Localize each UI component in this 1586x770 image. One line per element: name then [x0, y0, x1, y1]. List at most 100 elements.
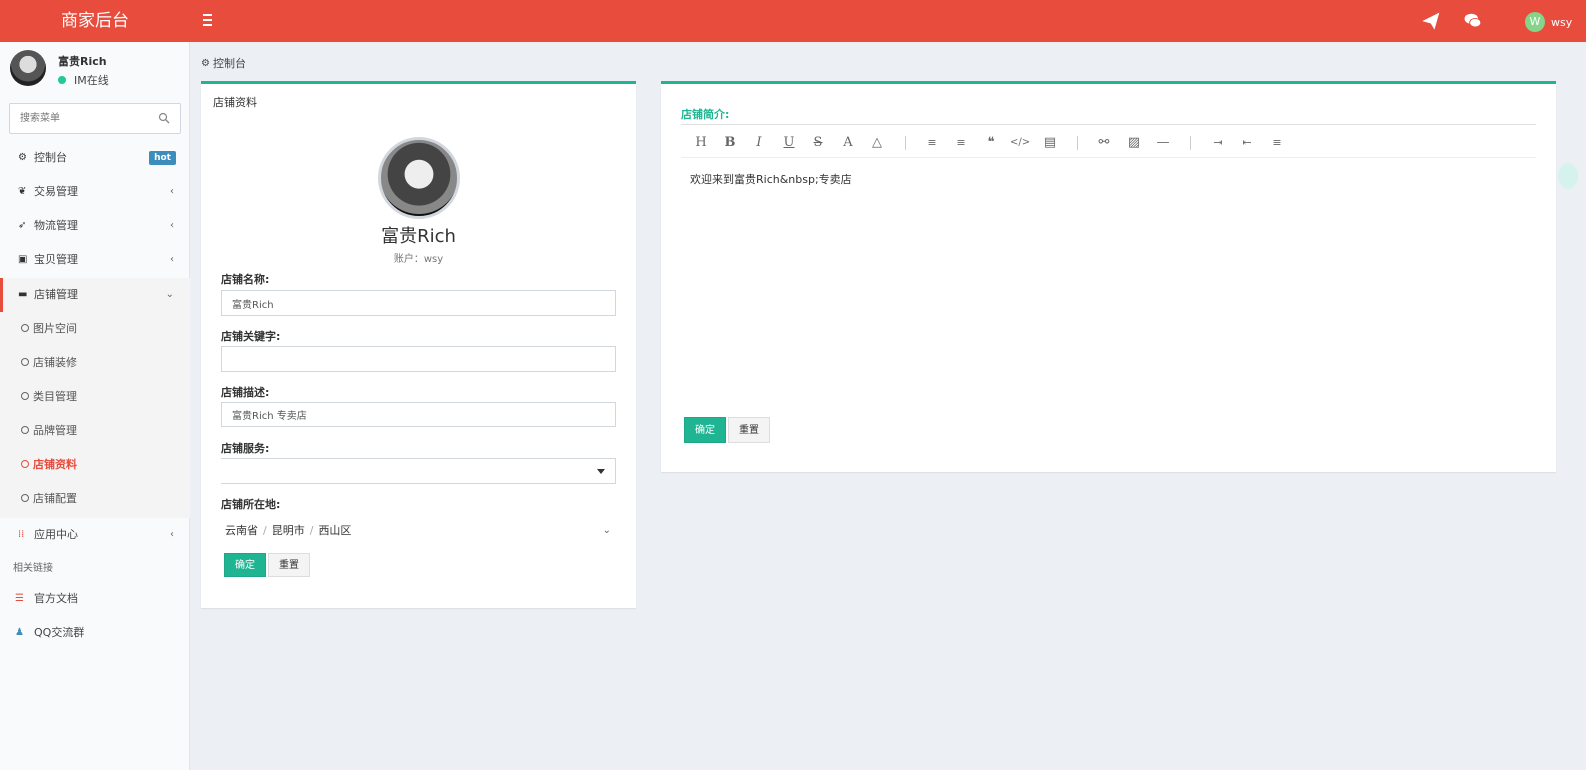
- sidebar-item-trade[interactable]: ❦ 交易管理 ‹: [0, 175, 190, 209]
- hot-badge: hot: [149, 151, 176, 165]
- ordered-list-icon[interactable]: ≡: [922, 134, 942, 152]
- store-submenu: 图片空间 店铺装修 类目管理 品牌管理 店铺资料 店铺配置: [0, 312, 190, 518]
- circle-icon: [21, 358, 29, 366]
- chevron-down-icon: ⌄: [165, 289, 174, 300]
- header-user-name: wsy: [1551, 15, 1573, 29]
- sidebar-toggle-icon[interactable]: [203, 11, 217, 31]
- underline-icon[interactable]: U: [779, 134, 799, 152]
- avatar: [10, 50, 46, 86]
- divider: [1077, 136, 1078, 150]
- sub-item-store-config[interactable]: 店铺配置: [0, 482, 190, 516]
- editor-toolbar: H B I U S A △ ≡ ≡ ❝ </> ▤ ⚯ ▨ — ⇥ ⇤ ≡: [681, 128, 1536, 158]
- description-label: 店铺描述:: [221, 386, 270, 399]
- leaf-icon: ❦: [18, 186, 27, 197]
- breadcrumb-item[interactable]: 控制台: [213, 55, 246, 71]
- caret-down-icon: [597, 469, 605, 474]
- breadcrumb: ⚙ 控制台: [201, 55, 246, 71]
- city-value: 昆明市: [271, 524, 305, 537]
- keywords-input[interactable]: [221, 346, 616, 372]
- paper-plane-icon[interactable]: [1422, 12, 1440, 30]
- horizontal-rule-icon[interactable]: —: [1153, 134, 1173, 152]
- confirm-button[interactable]: 确定: [224, 553, 266, 577]
- heading-icon[interactable]: H: [691, 134, 711, 152]
- sidebar-link-qq[interactable]: ♟ QQ交流群: [0, 616, 190, 650]
- search-input[interactable]: [10, 104, 150, 133]
- sidebar-item-logistics[interactable]: ➶ 物流管理 ‹: [0, 209, 190, 243]
- editor-reset-button[interactable]: 重置: [728, 417, 770, 443]
- section-header: 相关链接: [13, 563, 53, 574]
- reset-button[interactable]: 重置: [268, 553, 310, 577]
- store-name-input[interactable]: [221, 290, 616, 316]
- editor-content[interactable]: 欢迎来到富贵Rich&nbsp;专卖店: [690, 171, 852, 187]
- italic-icon[interactable]: I: [749, 134, 769, 152]
- province-value: 云南省: [225, 524, 258, 537]
- dashboard-icon: ⚙: [201, 57, 210, 69]
- circle-icon: [21, 460, 29, 468]
- editor-title: 店铺简介:: [681, 108, 730, 121]
- store-icon: ▬: [18, 289, 28, 300]
- sub-item-category[interactable]: 类目管理: [0, 380, 190, 414]
- editor-confirm-button[interactable]: 确定: [684, 417, 726, 443]
- circle-icon: [21, 426, 29, 434]
- sidebar-link-docs[interactable]: ☰ 官方文档: [0, 582, 190, 616]
- top-header: 商家后台 W wsy: [0, 0, 1586, 42]
- sidebar-item-dashboard[interactable]: ⚙ 控制台 hot: [0, 141, 190, 175]
- divider: [681, 124, 1536, 125]
- quote-icon[interactable]: ❝: [981, 134, 1001, 152]
- link-icon[interactable]: ⚯: [1094, 134, 1114, 152]
- store-intro-box: 店铺简介: H B I U S A △ ≡ ≡ ❝ </> ▤ ⚯ ▨ — ⇥ …: [661, 81, 1556, 472]
- logo[interactable]: 商家后台: [0, 0, 190, 42]
- font-color-icon[interactable]: A: [838, 134, 858, 152]
- chevron-down-icon: ⌄: [602, 525, 611, 536]
- user-status: IM在线: [58, 72, 109, 88]
- align-icon[interactable]: ≡: [1267, 134, 1287, 152]
- description-textarea[interactable]: [221, 402, 616, 427]
- divider: [1190, 136, 1191, 150]
- chevron-left-icon: ‹: [170, 529, 174, 540]
- list-icon: ☰: [15, 593, 24, 604]
- sidebar-item-app-center[interactable]: ⁞⁞ 应用中心 ‹: [0, 518, 190, 552]
- sidebar-item-store[interactable]: ▬ 店铺管理 ⌄: [0, 278, 190, 312]
- sub-item-brand[interactable]: 品牌管理: [0, 414, 190, 448]
- sub-item-decoration[interactable]: 店铺装修: [0, 346, 190, 380]
- grid-icon: ⁞⁞: [18, 529, 25, 540]
- location-label: 店铺所在地:: [221, 498, 281, 511]
- image-icon[interactable]: ▨: [1124, 134, 1144, 152]
- shopping-bag-icon: ▣: [18, 254, 28, 265]
- chevron-left-icon: ‹: [170, 220, 174, 231]
- search-icon[interactable]: [158, 112, 170, 124]
- dashboard-icon: ⚙: [18, 152, 27, 163]
- background-color-icon[interactable]: △: [867, 134, 887, 152]
- unordered-list-icon[interactable]: ≡: [951, 134, 971, 152]
- chevron-left-icon: ‹: [170, 186, 174, 197]
- code-icon[interactable]: </>: [1010, 134, 1030, 152]
- sub-item-store-profile[interactable]: 店铺资料: [0, 448, 190, 482]
- sidebar-search: [9, 103, 181, 134]
- circle-icon: [21, 494, 29, 502]
- sidebar-item-products[interactable]: ▣ 宝贝管理 ‹: [0, 243, 190, 277]
- outdent-icon[interactable]: ⇤: [1237, 134, 1257, 152]
- store-name-label: 店铺名称:: [221, 273, 270, 286]
- user-menu[interactable]: W wsy: [1525, 12, 1572, 32]
- store-profile-box: 店铺资料 富贵Rich 账户：wsy 店铺名称: 店铺关键字: 店铺描述: 店铺…: [201, 81, 636, 608]
- rocket-icon: ➶: [18, 220, 27, 231]
- bold-icon[interactable]: B: [720, 134, 740, 152]
- online-dot-icon: [58, 76, 66, 84]
- location-cascader[interactable]: 云南省 / 昆明市 / 西山区 ⌄: [225, 520, 615, 542]
- keywords-label: 店铺关键字:: [221, 330, 281, 343]
- profile-account: 账户：wsy: [393, 254, 444, 265]
- sub-item-image-space[interactable]: 图片空间: [0, 312, 190, 346]
- strikethrough-icon[interactable]: S: [808, 134, 828, 152]
- box-title: 店铺资料: [213, 96, 257, 109]
- user-panel: 富贵Rich IM在线: [8, 50, 183, 90]
- comments-icon[interactable]: [1464, 12, 1482, 30]
- district-value: 西山区: [318, 524, 352, 537]
- divider: [905, 136, 906, 150]
- floating-edge-handle[interactable]: [1558, 163, 1578, 189]
- table-icon[interactable]: ▤: [1040, 134, 1060, 152]
- service-label: 店铺服务:: [221, 442, 270, 455]
- indent-icon[interactable]: ⇥: [1208, 134, 1228, 152]
- service-select[interactable]: [221, 458, 616, 484]
- store-avatar[interactable]: [378, 137, 460, 219]
- circle-icon: [21, 392, 29, 400]
